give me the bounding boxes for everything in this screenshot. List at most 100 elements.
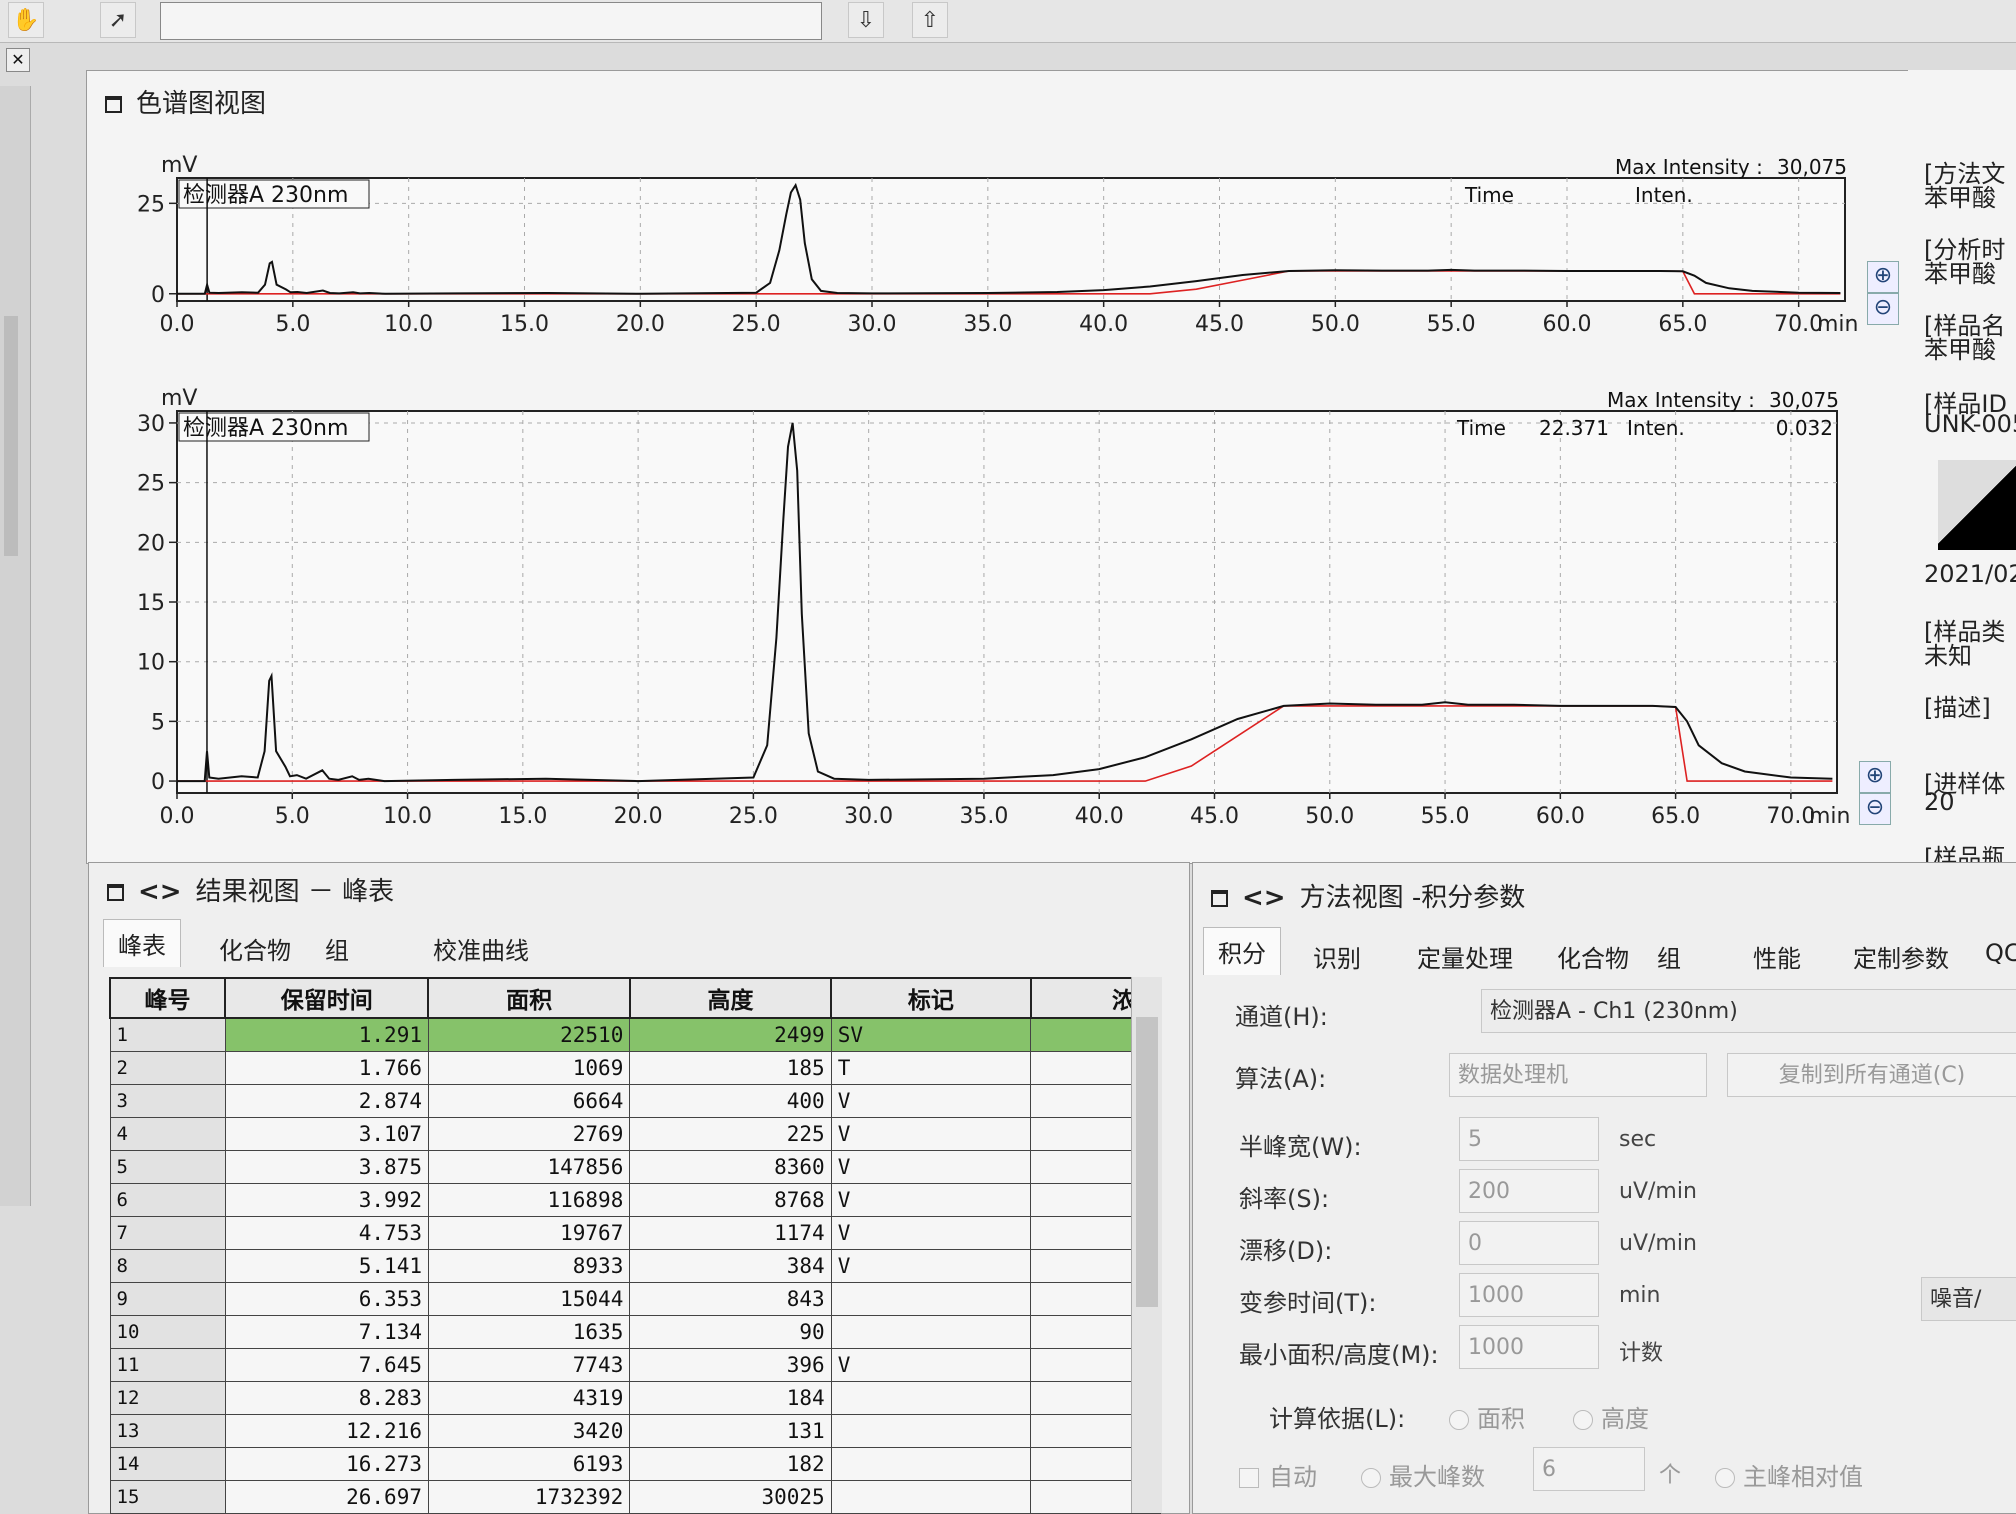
x-tick-label: 10.0 — [383, 804, 432, 829]
slope-unit: uV/min — [1619, 1179, 1697, 1204]
cell-rt: 1.291 — [224, 1017, 429, 1052]
close-icon[interactable]: ✕ — [6, 48, 30, 72]
table-row[interactable]: 1 1.291 22510 2499 SV — [109, 1017, 1161, 1052]
width-unit: sec — [1619, 1127, 1657, 1152]
x-tick-label: 50.0 — [1305, 804, 1354, 829]
table-row[interactable]: 3 2.874 6664 400 V — [109, 1084, 1161, 1118]
cell-area: 116898 — [427, 1183, 631, 1217]
calc-basis-label: 计算依据(L): — [1269, 1405, 1406, 1433]
tab-calibration-curve[interactable]: 校准曲线 — [419, 925, 543, 972]
calc-height-radio[interactable]: 高度 — [1573, 1399, 1649, 1434]
info-line: 未知 — [1924, 642, 1972, 670]
cell-height: 182 — [629, 1447, 832, 1481]
tab-identification[interactable]: 识别 — [1299, 933, 1375, 980]
cell-height: 2499 — [629, 1017, 832, 1052]
cell-no: 10 — [109, 1315, 226, 1349]
algorithm-select[interactable]: 数据处理机 — [1449, 1053, 1707, 1097]
tab-integration[interactable]: 积分 — [1203, 927, 1281, 975]
width-field[interactable]: 5 — [1459, 1117, 1599, 1161]
column-header[interactable]: 峰号 — [108, 977, 227, 1019]
info-line: 20 — [1924, 788, 1955, 816]
column-header[interactable]: 高度 — [628, 977, 833, 1019]
table-row[interactable]: 6 3.992 116898 8768 V — [109, 1183, 1161, 1217]
table-row[interactable]: 10 7.134 1635 90 — [109, 1315, 1161, 1349]
drift-field[interactable]: 0 — [1459, 1221, 1599, 1265]
cell-no: 5 — [109, 1150, 226, 1184]
cell-rt: 2.874 — [224, 1084, 429, 1118]
info-line: 2021/02 — [1924, 560, 2016, 588]
cell-rt: 6.353 — [224, 1282, 429, 1316]
cell-no: 9 — [109, 1282, 226, 1316]
channel-select[interactable]: 检测器A - Ch1 (230nm) — [1481, 989, 2016, 1033]
cell-area: 3420 — [427, 1414, 631, 1448]
table-row[interactable]: 7 4.753 19767 1174 V — [109, 1216, 1161, 1250]
info-line: [描述] — [1924, 694, 1991, 722]
hand-icon[interactable]: ✋ — [8, 2, 44, 38]
tab-qc[interactable]: QC — [1971, 933, 2016, 973]
column-header[interactable]: 保留时间 — [224, 977, 430, 1019]
zoom-in-icon-2[interactable]: ⊕ — [1859, 761, 1891, 793]
zoom-in-icon[interactable]: ⊕ — [1867, 261, 1899, 293]
column-header[interactable]: 面积 — [427, 977, 631, 1019]
table-row[interactable]: 14 16.273 6193 182 — [109, 1447, 1161, 1481]
cell-mark — [830, 1447, 1032, 1481]
cell-rt: 5.141 — [224, 1249, 429, 1283]
table-row[interactable]: 13 12.216 3420 131 — [109, 1414, 1161, 1448]
table-row[interactable]: 11 7.645 7743 396 V — [109, 1348, 1161, 1382]
cell-area: 2769 — [427, 1117, 631, 1151]
table-row[interactable]: 5 3.875 147856 8360 V — [109, 1150, 1161, 1184]
cell-rt: 26.697 — [224, 1480, 429, 1514]
table-row[interactable]: 4 3.107 2769 225 V — [109, 1117, 1161, 1151]
tab-compound[interactable]: 化合物 — [1543, 933, 1643, 980]
tab-group[interactable]: 组 — [311, 925, 363, 972]
calc-area-radio[interactable]: 面积 — [1449, 1399, 1525, 1434]
x-unit-label: min — [1809, 804, 1851, 829]
table-row[interactable]: 2 1.766 1069 185 T — [109, 1051, 1161, 1085]
tab-custom-parameters[interactable]: 定制参数 — [1839, 933, 1963, 980]
table-row[interactable]: 12 8.283 4319 184 — [109, 1381, 1161, 1415]
tab-group[interactable]: 组 — [1643, 933, 1695, 980]
table-scrollbar[interactable] — [1131, 977, 1162, 1513]
cell-area: 7743 — [427, 1348, 631, 1382]
cell-height: 384 — [629, 1249, 832, 1283]
slope-field[interactable]: 200 — [1459, 1169, 1599, 1213]
table-row[interactable]: 8 5.141 8933 384 V — [109, 1249, 1161, 1283]
auto-checkbox[interactable]: 自动 — [1239, 1457, 1317, 1492]
zoom-out-icon-2[interactable]: ⊖ — [1859, 793, 1891, 825]
noise-button[interactable]: 噪音/ — [1921, 1277, 2016, 1321]
cell-mark: V — [830, 1249, 1032, 1283]
cell-rt: 7.645 — [224, 1348, 429, 1382]
cell-mark: SV — [830, 1017, 1032, 1052]
cell-no: 6 — [109, 1183, 226, 1217]
x-tick-label: 0.0 — [160, 804, 195, 829]
toolbar-input[interactable] — [160, 2, 822, 40]
copy-to-all-channels-button[interactable]: 复制到所有通道(C) — [1727, 1053, 2016, 1097]
tab-performance[interactable]: 性能 — [1739, 933, 1815, 980]
max-peaks-radio[interactable]: 最大峰数 — [1361, 1457, 1485, 1492]
tab-peak-table[interactable]: 峰表 — [103, 919, 181, 967]
tdbl-unit: min — [1619, 1283, 1661, 1308]
left-scrollbar[interactable] — [0, 86, 31, 1206]
main-peak-relative-radio[interactable]: 主峰相对值 — [1715, 1457, 1863, 1492]
tab-compound[interactable]: 化合物 — [205, 925, 305, 972]
import-icon[interactable]: ⇩ — [848, 2, 884, 38]
max-peaks-field[interactable]: 6 — [1533, 1447, 1645, 1491]
table-row[interactable]: 9 6.353 15044 843 — [109, 1282, 1161, 1316]
tab-quantitation[interactable]: 定量处理 — [1403, 933, 1527, 980]
table-row[interactable]: 15 26.697 1732392 30025 — [109, 1480, 1161, 1514]
export-icon[interactable]: ⇧ — [912, 2, 948, 38]
cell-height: 8360 — [629, 1150, 832, 1184]
cell-mark: V — [830, 1084, 1032, 1118]
column-header[interactable]: 标记 — [830, 977, 1032, 1019]
time-label: Time — [1456, 416, 1506, 440]
min-area-field[interactable]: 1000 — [1459, 1325, 1599, 1369]
zoom-out-icon[interactable]: ⊖ — [1867, 293, 1899, 325]
pointer-tool-icon[interactable]: ➚ — [100, 2, 136, 38]
main-chromatogram[interactable]: 0.0 5.0 10.0 15.0 20.0 25.0 30.0 35.0 40.0 45.0 50… — [87, 71, 1927, 863]
tdbl-field[interactable]: 1000 — [1459, 1273, 1599, 1317]
cell-no: 2 — [109, 1051, 226, 1085]
y-tick-label: 15 — [137, 591, 165, 616]
cell-no: 15 — [109, 1480, 226, 1514]
x-tick-label: 55.0 — [1421, 804, 1470, 829]
max-peaks-unit: 个 — [1659, 1463, 1682, 1488]
